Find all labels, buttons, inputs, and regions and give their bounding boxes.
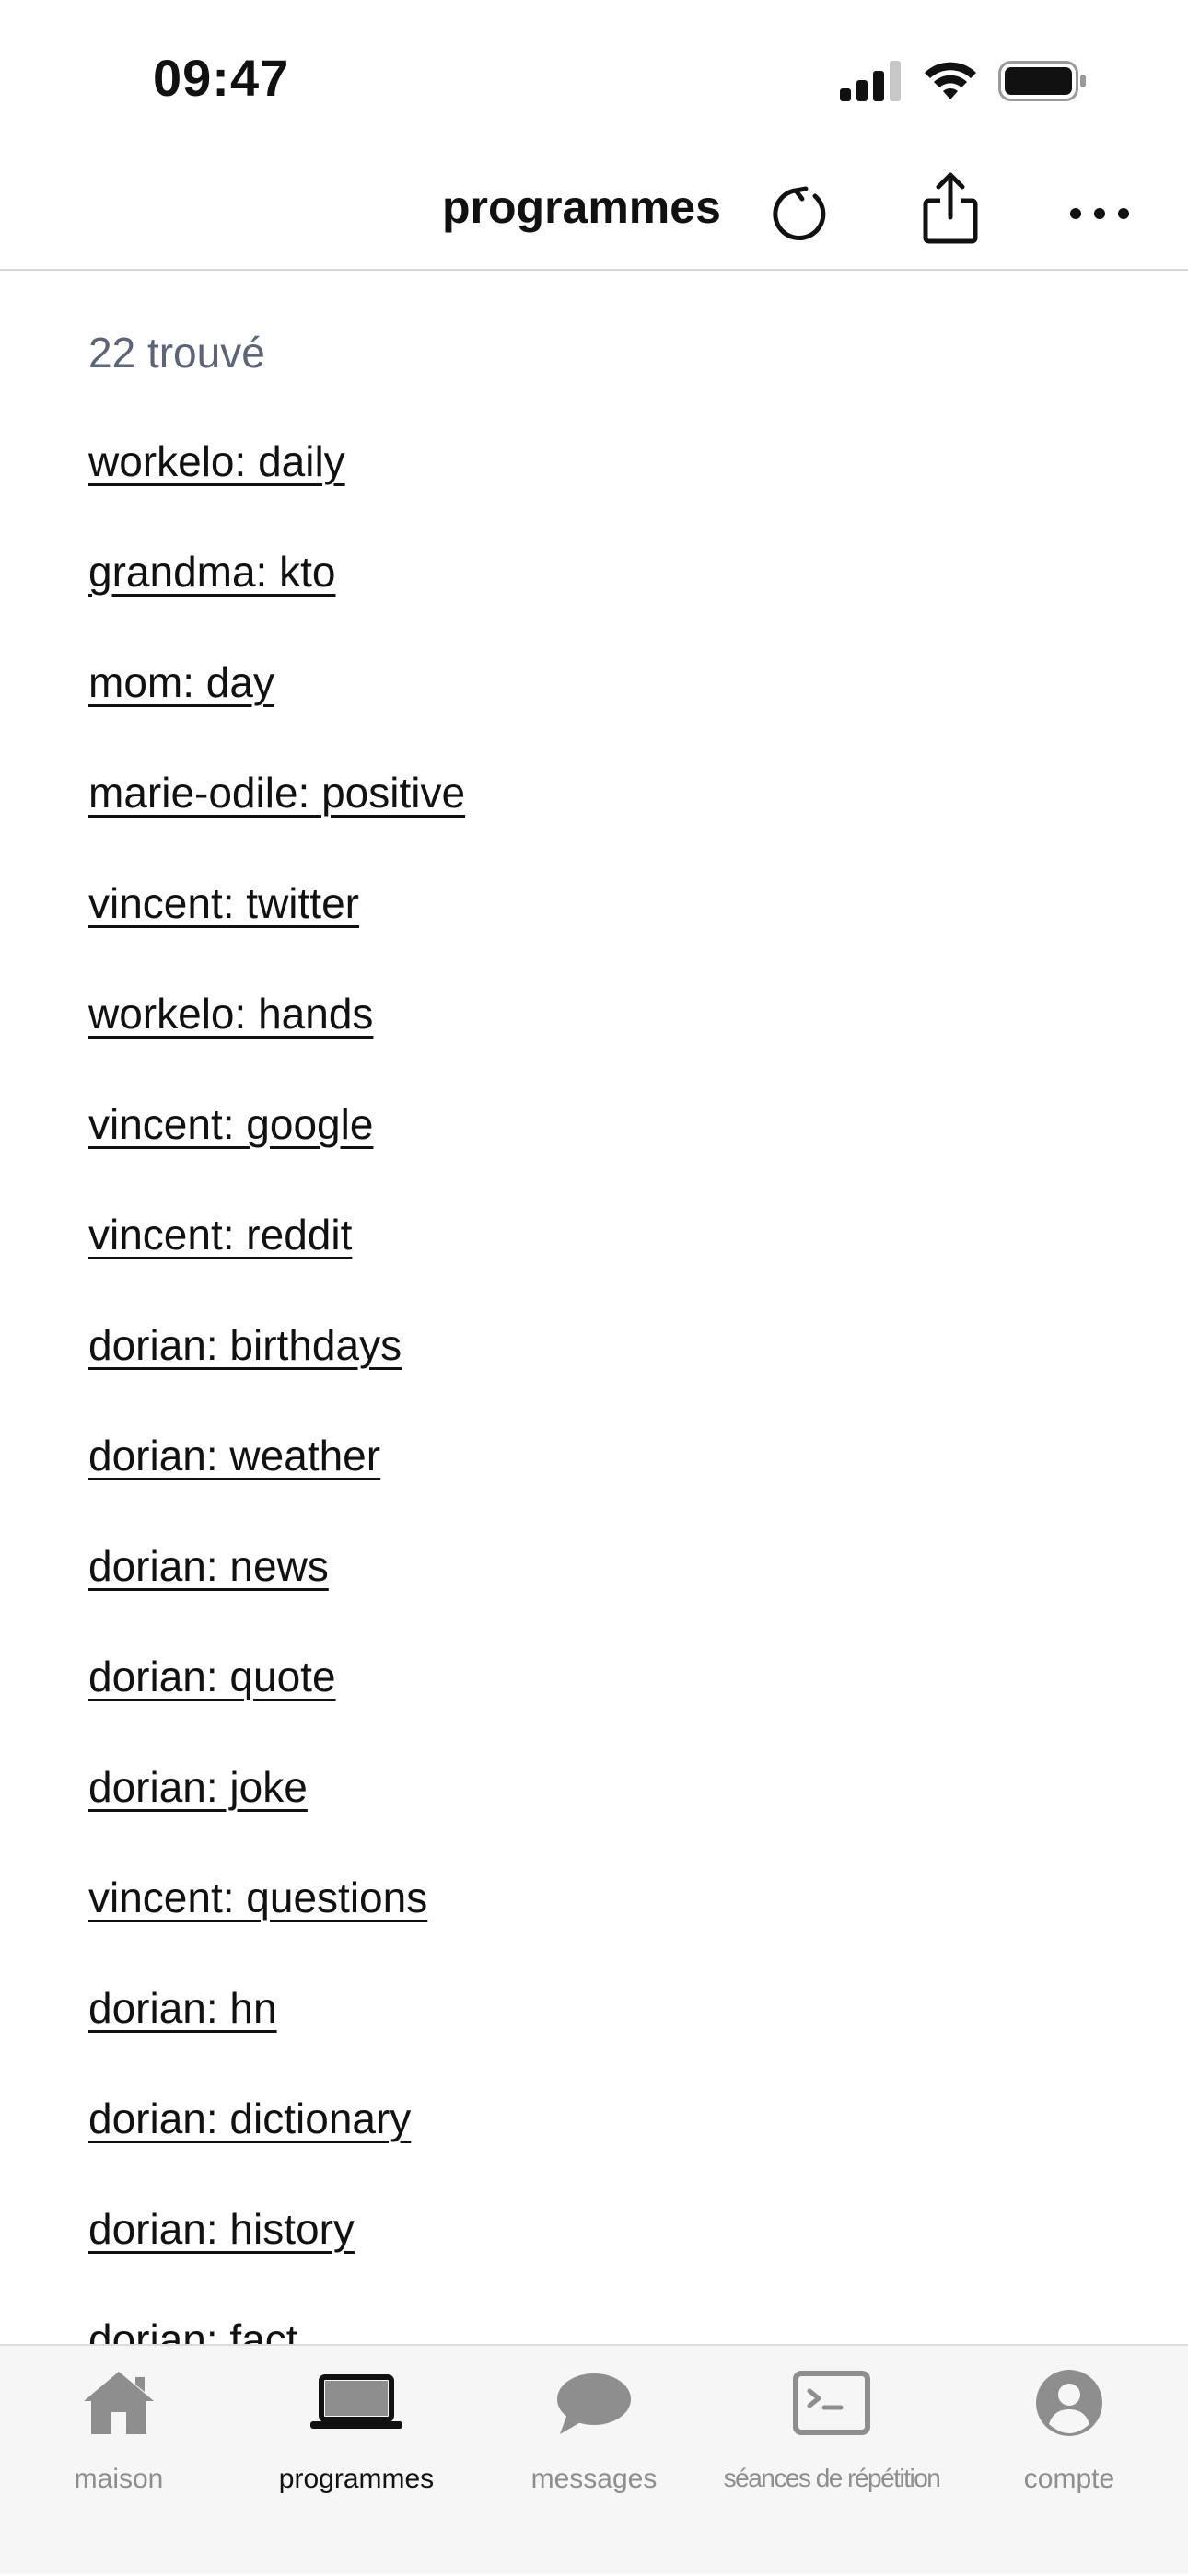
program-link[interactable]: dorian: quote [88,1653,336,1700]
share-icon [923,172,978,244]
tab-label: programmes [278,2464,435,2494]
list-item: dorian: quote [88,1652,465,1762]
list-item: vincent: twitter [88,878,465,989]
program-link[interactable]: dorian: fact [88,2315,298,2344]
tab-label: maison [74,2464,164,2494]
list-item: mom: day [88,657,465,768]
house-icon [73,2364,165,2442]
nav-bar: programmes [0,157,1188,271]
program-link[interactable]: dorian: weather [88,1432,380,1479]
list-item: marie-odile: positive [88,768,465,878]
more-options-button[interactable] [1059,173,1140,254]
list-item: dorian: weather [88,1431,465,1541]
refresh-button[interactable] [761,173,842,254]
program-content[interactable]: 22 trouvé workelo: daily grandma: kto mo… [0,273,1188,2344]
tab-programmes[interactable]: programmes [238,2346,475,2576]
list-item: dorian: news [88,1541,465,1652]
list-item: vincent: google [88,1099,465,1210]
battery-icon [998,61,1086,101]
status-time: 09:47 [153,49,290,107]
list-item: dorian: dictionary [88,2094,465,2204]
list-item: workelo: hands [88,989,465,1099]
program-link[interactable]: dorian: joke [88,1763,308,1811]
tab-messages[interactable]: messages [475,2346,713,2576]
program-link[interactable]: vincent: reddit [88,1211,352,1259]
tab-compte[interactable]: compte [950,2346,1188,2576]
program-link[interactable]: dorian: history [88,2205,355,2253]
tab-label: séances de répétition [723,2464,941,2492]
program-link[interactable]: mom: day [88,658,274,706]
result-count: 22 trouvé [88,329,265,377]
program-link[interactable]: grandma: kto [88,548,335,596]
wifi-icon [925,62,976,99]
program-link[interactable]: vincent: twitter [88,879,359,927]
list-item: workelo: daily [88,436,465,547]
cellular-signal-icon [840,61,901,101]
user-circle-icon [1023,2364,1115,2442]
tab-bar: maison programmes messages séances de ré… [0,2344,1188,2574]
program-link[interactable]: marie-odile: positive [88,769,465,817]
list-item: grandma: kto [88,547,465,657]
program-link[interactable]: workelo: daily [88,437,345,485]
tab-maison[interactable]: maison [0,2346,238,2576]
list-item: dorian: birthdays [88,1320,465,1431]
program-link[interactable]: workelo: hands [88,990,373,1038]
laptop-icon [310,2364,402,2442]
program-link[interactable]: vincent: questions [88,1874,427,1921]
refresh-icon [773,186,826,241]
program-link[interactable]: dorian: birthdays [88,1321,402,1369]
list-item: dorian: hn [88,1983,465,2094]
program-list: workelo: daily grandma: kto mom: day mar… [88,436,465,2344]
list-item: dorian: joke [88,1762,465,1873]
tab-seances[interactable]: séances de répétition [713,2346,950,2576]
terminal-icon [786,2364,878,2442]
list-item: vincent: questions [88,1873,465,1983]
tab-label: compte [1023,2464,1115,2494]
program-link[interactable]: dorian: hn [88,1984,277,2032]
page-title: programmes [442,181,721,233]
program-link[interactable]: dorian: news [88,1542,329,1590]
more-icon [1070,208,1129,219]
chat-bubble-icon [548,2364,640,2442]
program-link[interactable]: dorian: dictionary [88,2094,411,2142]
share-button[interactable] [910,168,991,249]
list-item: vincent: reddit [88,1210,465,1320]
program-link[interactable]: vincent: google [88,1100,373,1148]
tab-label: messages [530,2464,658,2494]
status-bar: 09:47 [0,0,1188,157]
list-item: dorian: fact [88,2315,465,2344]
list-item: dorian: history [88,2204,465,2315]
